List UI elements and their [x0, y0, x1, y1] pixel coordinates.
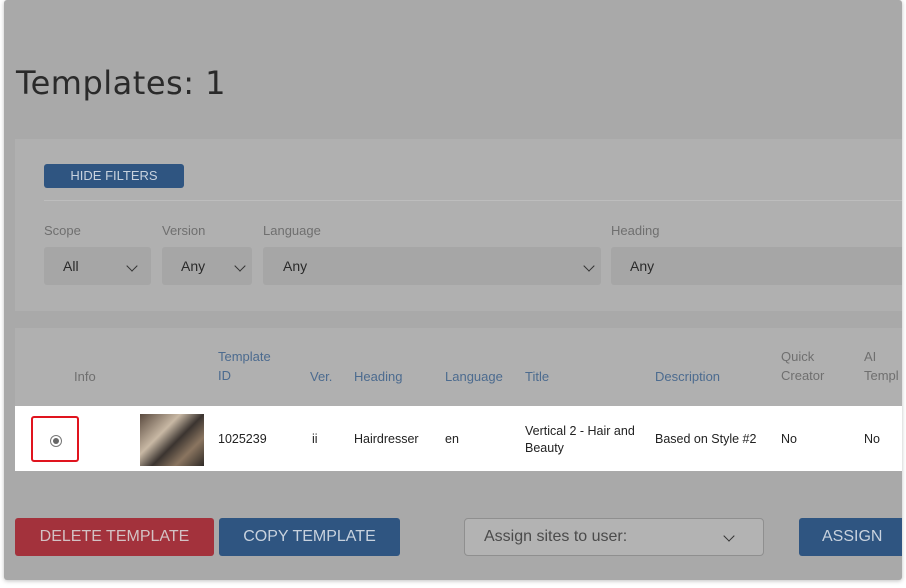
heading-value: Any: [630, 258, 655, 274]
heading-label: Heading: [611, 223, 660, 238]
cell-language: en: [445, 432, 459, 446]
row-select-highlight: [31, 416, 79, 462]
col-quick-creator-line1: Quick: [781, 349, 815, 364]
language-value: Any: [283, 258, 308, 274]
cell-title-line1: Vertical 2 - Hair and: [525, 424, 635, 438]
col-quick-creator-line2: Creator: [781, 368, 825, 383]
hide-filters-button[interactable]: HIDE FILTERS: [44, 164, 184, 188]
table-header: Info Template ID Ver. Heading Language T…: [15, 328, 902, 406]
version-select[interactable]: Any: [162, 247, 252, 285]
scope-label: Scope: [44, 223, 81, 238]
col-description[interactable]: Description: [655, 368, 720, 386]
col-ver[interactable]: Ver.: [310, 368, 332, 386]
chevron-down-icon: [723, 530, 735, 542]
assign-button[interactable]: ASSIGN: [799, 518, 902, 556]
version-value: Any: [181, 258, 206, 274]
cell-description: Based on Style #2: [655, 432, 757, 446]
cell-heading: Hairdresser: [354, 432, 419, 446]
language-select[interactable]: Any: [263, 247, 601, 285]
col-ai-template-line2: Templ: [864, 368, 899, 383]
chevron-down-icon: [583, 260, 595, 272]
cell-ver: ii: [312, 432, 318, 446]
col-template-id-line2[interactable]: ID: [218, 367, 231, 385]
delete-template-button[interactable]: DELETE TEMPLATE: [15, 518, 214, 556]
version-label: Version: [162, 223, 206, 238]
cell-ai-template: No: [864, 432, 880, 446]
chevron-down-icon: [126, 260, 138, 272]
assign-user-select[interactable]: Assign sites to user:: [464, 518, 764, 556]
heading-select[interactable]: Any: [611, 247, 902, 285]
col-ai-template-line1: AI: [864, 349, 877, 364]
scope-select[interactable]: All: [44, 247, 151, 285]
row-select-radio[interactable]: [50, 435, 62, 447]
page-title: Templates: 1: [16, 64, 226, 102]
chevron-down-icon: [234, 260, 246, 272]
language-label: Language: [263, 223, 321, 238]
template-thumbnail: [140, 414, 204, 466]
col-title[interactable]: Title: [525, 368, 549, 386]
scope-value: All: [63, 258, 79, 274]
filters-section: HIDE FILTERS Scope Version Language Head…: [15, 139, 902, 311]
col-info: Info: [74, 369, 96, 384]
assign-user-placeholder: Assign sites to user:: [484, 528, 628, 545]
col-template-id-line1[interactable]: Template: [218, 348, 271, 366]
filters-divider: [44, 200, 902, 201]
copy-template-button[interactable]: COPY TEMPLATE: [219, 518, 400, 556]
cell-quick-creator: No: [781, 432, 797, 446]
templates-panel: Templates: 1 HIDE FILTERS Scope Version …: [4, 0, 902, 580]
col-language[interactable]: Language: [445, 368, 503, 386]
cell-title-line2: Beauty: [525, 441, 564, 455]
table-row[interactable]: 1025239 ii Hairdresser en Vertical 2 - H…: [15, 406, 902, 471]
col-heading[interactable]: Heading: [354, 368, 402, 386]
cell-template-id: 1025239: [218, 432, 267, 446]
